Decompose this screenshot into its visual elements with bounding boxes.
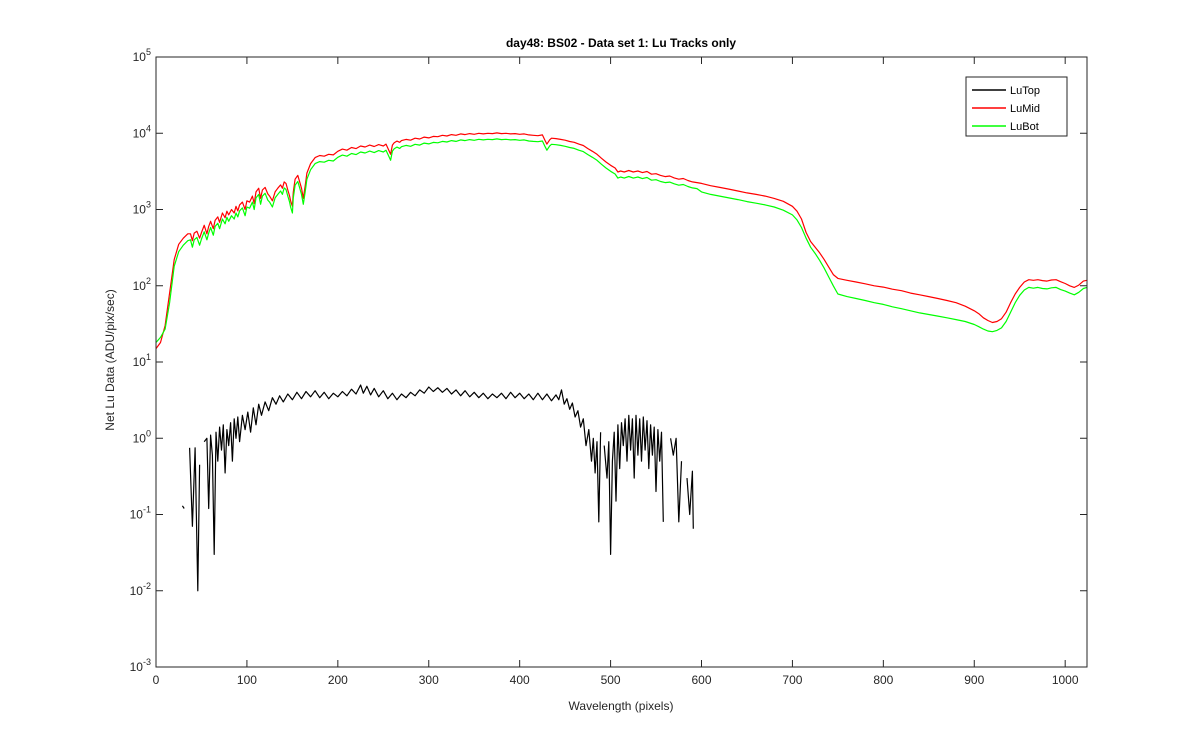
x-tick-label: 600: [691, 673, 711, 687]
x-tick-label: 800: [873, 673, 893, 687]
x-tick-label: 100: [237, 673, 257, 687]
x-tick-label: 200: [328, 673, 348, 687]
y-axis-label: Net Lu Data (ADU/pix/sec): [103, 289, 117, 430]
x-tick-label: 300: [419, 673, 439, 687]
x-tick-label: 500: [601, 673, 621, 687]
x-tick-label: 1000: [1052, 673, 1079, 687]
x-tick-label: 700: [782, 673, 802, 687]
x-tick-label: 400: [510, 673, 530, 687]
legend: LuTop LuMid LuBot: [965, 76, 1068, 137]
legend-label-lutop: LuTop: [1010, 85, 1040, 97]
x-tick-label: 0: [153, 673, 160, 687]
legend-label-lumid: LuMid: [1010, 103, 1040, 115]
x-tick-label: 900: [964, 673, 984, 687]
legend-label-lubot: LuBot: [1010, 121, 1039, 133]
chart: day48: BS02 - Data set 1: Lu Tracks only…: [0, 0, 1200, 750]
chart-title: day48: BS02 - Data set 1: Lu Tracks only: [506, 36, 736, 50]
x-axis-label: Wavelength (pixels): [569, 699, 674, 713]
